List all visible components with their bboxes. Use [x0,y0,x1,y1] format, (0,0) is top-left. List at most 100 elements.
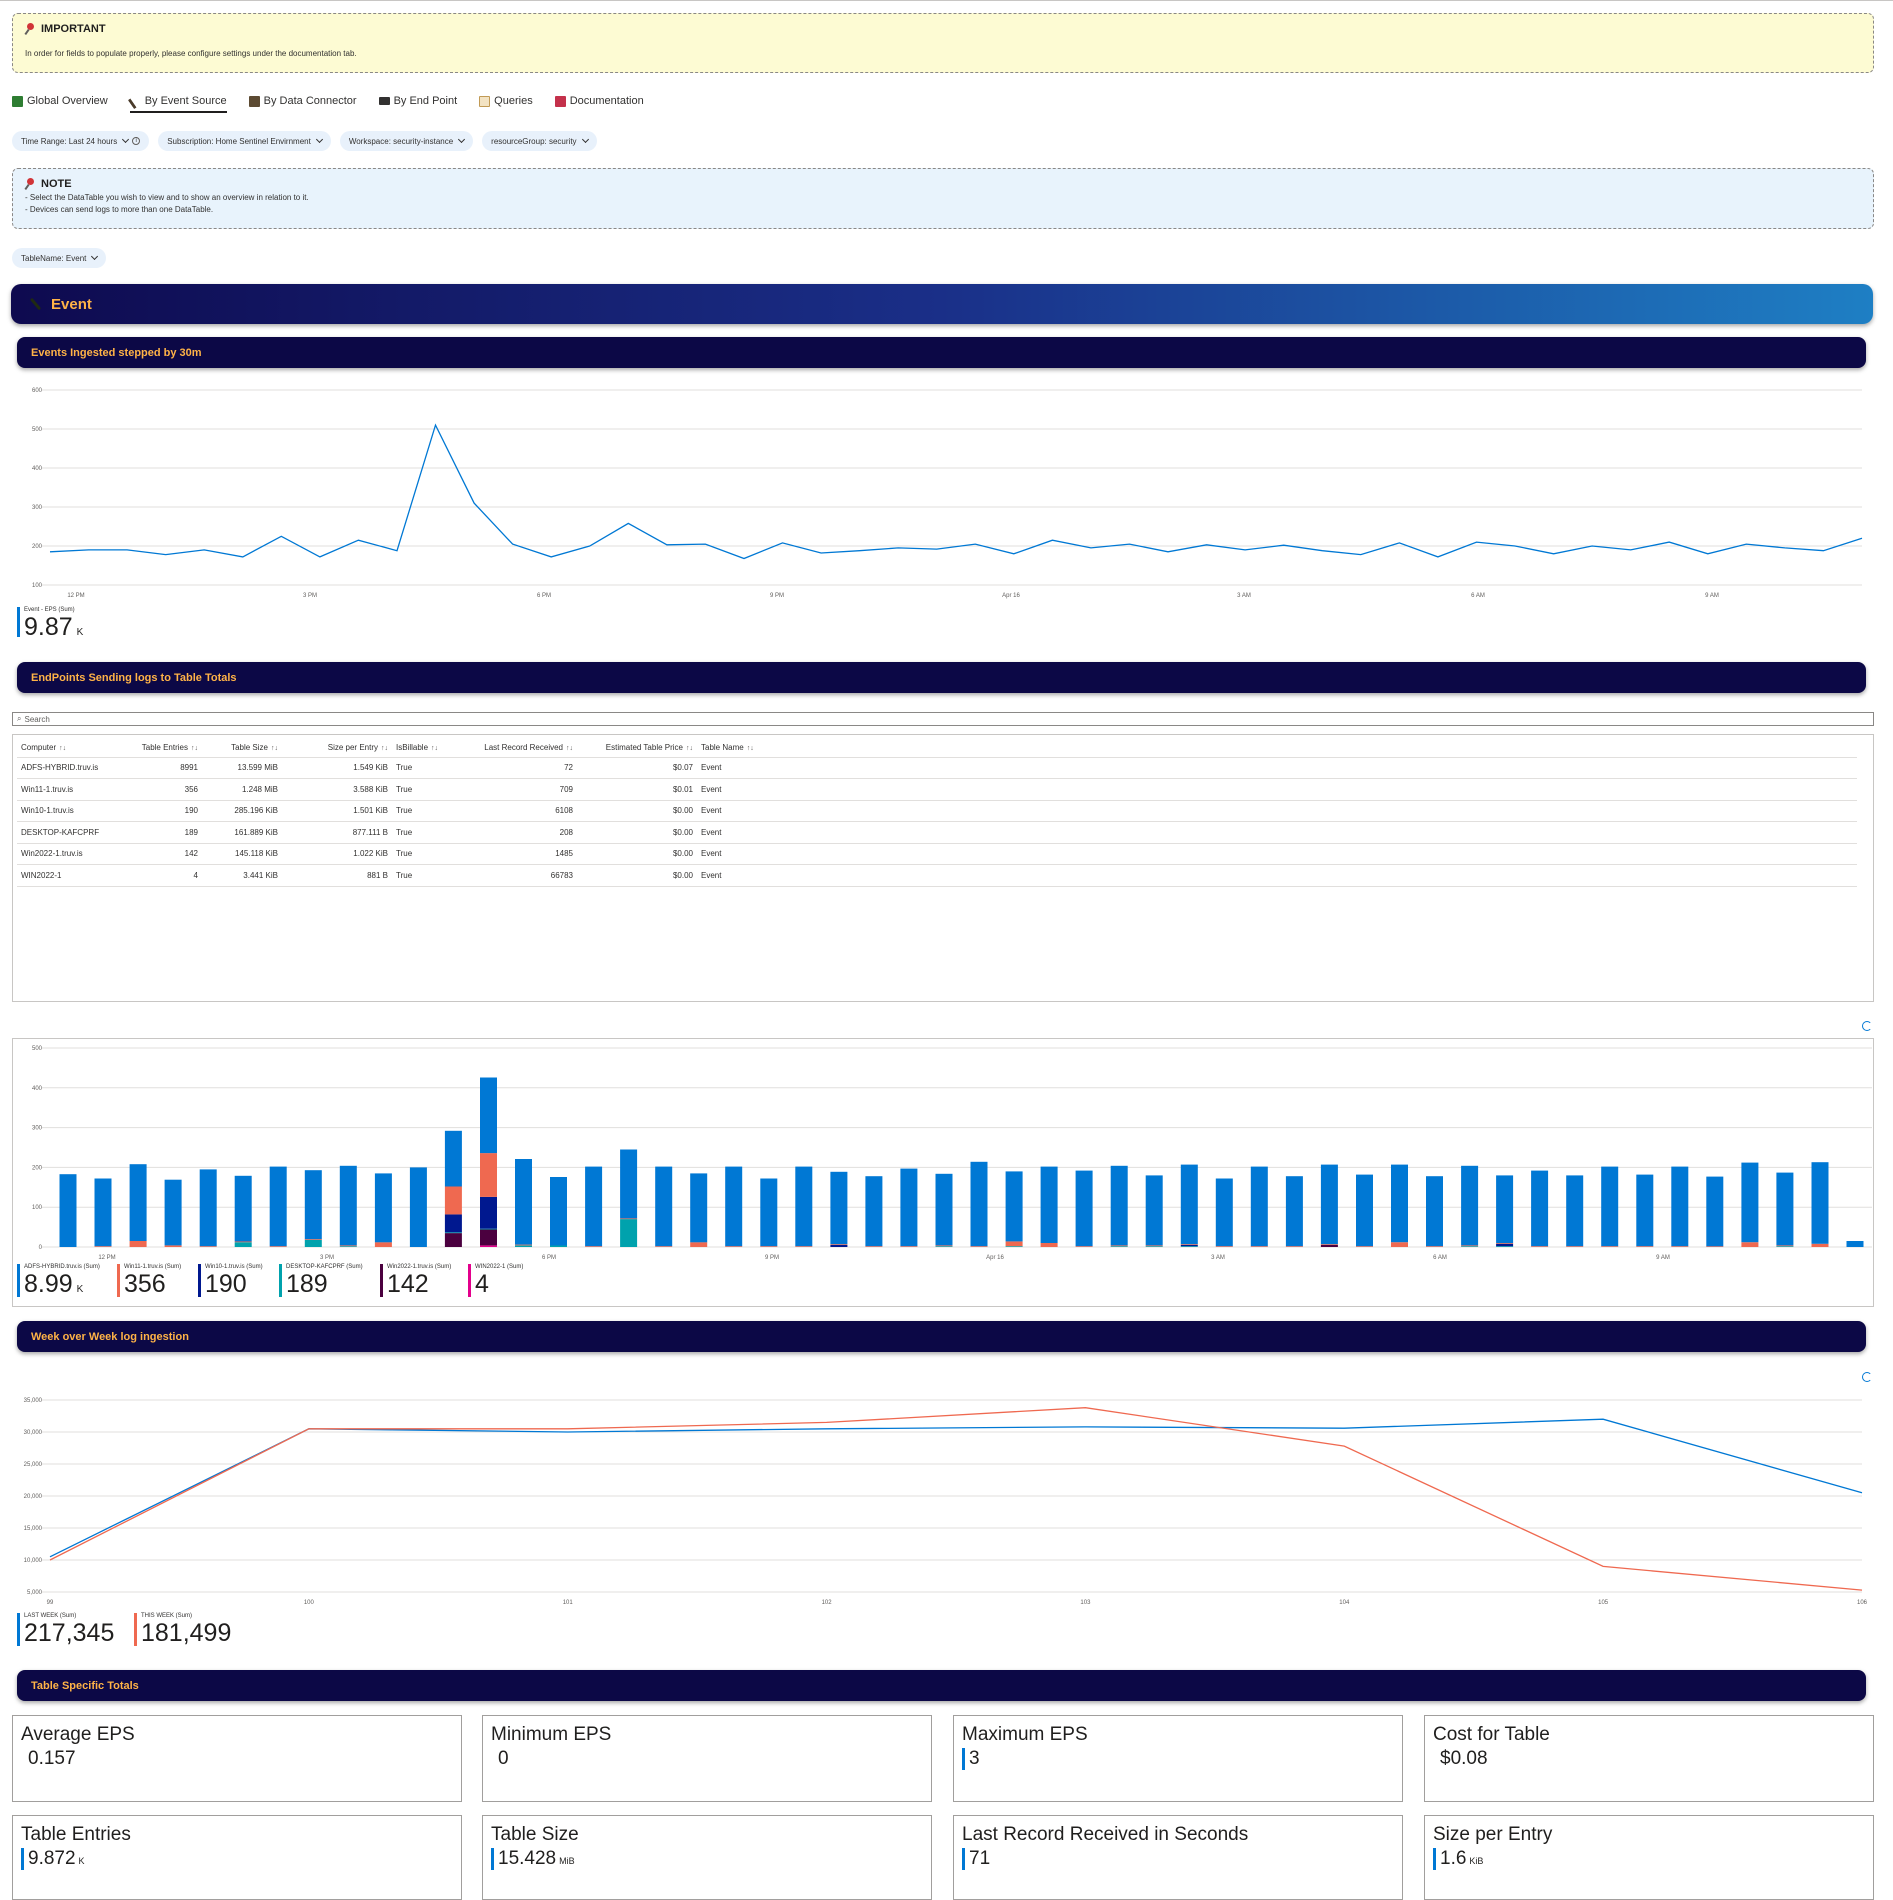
column-filler [757,739,1857,758]
info-icon[interactable]: i [132,137,141,145]
series-color-marker [17,1613,20,1646]
table-cell: True [392,800,447,822]
refresh-icon[interactable] [1862,1021,1872,1031]
table-row[interactable]: ADFS-HYBRID.truv.is 8991 13.599 MiB 1.549 K… [17,757,1857,779]
chevron-down-icon [581,135,589,144]
monitor-icon [378,97,390,105]
column-header[interactable]: Computer ↑↓ [17,739,112,758]
subscription-dropdown[interactable]: Subscription: Home Sentinel Envirnment [158,131,331,151]
tab-label: By Data Connector [263,95,357,107]
parameter-bar: Time Range: Last 24 hours i Subscription… [12,131,597,151]
summary-value: 4 [475,1270,493,1299]
tab-by-end-point[interactable]: By End Point [378,90,457,112]
x-tick-label: 106 [1857,1600,1868,1606]
total-tile: Cost for Table $0.08 [1424,1715,1874,1802]
column-header[interactable]: Estimated Table Price ↑↓ [577,739,697,758]
bar-segment [480,1229,497,1246]
sort-arrows-icon[interactable]: ↑↓ [566,745,573,752]
table-cell: 13.599 MiB [202,757,282,779]
week-over-week-line-chart: 35,000 30,000 25,000 20,000 15,000 10,000 5,00… [24,1398,1868,1606]
sort-arrows-icon[interactable]: ↑↓ [59,745,66,752]
table-row[interactable]: DESKTOP-KAFCPRF 189 161.889 KiB 877.111 B Tr… [17,821,1857,844]
bar-segment [480,1228,497,1230]
bar-segment [444,1232,462,1234]
column-header[interactable]: Last Record Received ↑↓ [447,739,577,758]
summary-number: 356 [124,1270,166,1298]
table-cell: 1.549 KiB [282,757,392,779]
bar-segment [550,1245,567,1247]
bar-segment [690,1242,708,1247]
table-cell: $0.01 [577,778,697,801]
sort-arrows-icon[interactable]: ↑↓ [686,745,693,752]
tab-by-event-source[interactable]: By Event Source [127,90,227,113]
bar-segment [1776,1246,1794,1247]
sort-arrows-icon[interactable]: ↑↓ [381,745,388,752]
x-tick-label: 9 PM [765,1255,779,1261]
table-row[interactable]: Win10-1.truv.is 190 285.196 KiB 1.501 KiB Tr… [17,800,1857,822]
bar-segment [1706,1176,1724,1247]
totals-tiles: Average EPS 0.157 Minimum EPS 0 Maximum EPS 3… [12,1715,1874,1900]
table-cell: 1.501 KiB [282,800,392,822]
series-line-event-eps [49,423,1863,560]
sort-arrows-icon[interactable]: ↑↓ [191,745,198,752]
x-tick-label: 102 [822,1600,833,1606]
table-cell: True [392,821,447,844]
sort-arrows-icon[interactable]: ↑↓ [271,745,278,752]
table-name-dropdown[interactable]: TableName: Event [12,248,107,268]
sort-arrows-icon[interactable]: ↑↓ [747,745,754,752]
x-tick-label: 103 [1080,1600,1091,1606]
refresh-icon[interactable] [1862,1372,1872,1382]
bar-segment [830,1244,848,1245]
bar-segment [480,1077,497,1154]
column-header-label: Table Size [231,743,268,753]
section-title: Events Ingested stepped by 30m [31,346,202,359]
time-range-dropdown[interactable]: Time Range: Last 24 hours i [12,131,150,151]
column-header[interactable]: IsBillable ↑↓ [392,739,447,758]
endpoints-table: Computer ↑↓ Table Entries ↑↓ Table Size ↑↓ Siz… [17,739,1857,887]
table-cell: 4 [112,864,202,887]
column-header-label: IsBillable [396,743,429,753]
y-tick-label: 600 [32,388,43,394]
bar-segment [1741,1162,1759,1243]
bar-segment [234,1175,252,1242]
column-header[interactable]: Table Name ↑↓ [697,739,758,758]
bar-segment [1180,1246,1198,1247]
bar-segment [1145,1246,1163,1247]
note-line-2: - Devices can send logs to more than one… [25,205,214,214]
sort-arrows-icon[interactable]: ↑↓ [431,745,438,752]
summary-value: 142 [387,1270,433,1299]
bar-segment [1636,1174,1654,1247]
tab-global-overview[interactable]: Global Overview [12,90,108,112]
bar-segment [164,1179,182,1246]
scroll-icon [479,95,491,107]
endpoints-table-panel: Computer ↑↓ Table Entries ↑↓ Table Size ↑↓ Siz… [12,734,1874,1002]
table-cell: 356 [112,778,202,801]
tab-queries[interactable]: Queries [479,90,533,112]
bar-segment [1320,1164,1338,1245]
column-header[interactable]: Size per Entry ↑↓ [282,739,392,758]
bar-segment [304,1239,322,1247]
bar-segment [1566,1246,1584,1247]
tab-by-data-connector[interactable]: By Data Connector [248,90,357,112]
column-header[interactable]: Table Entries ↑↓ [112,739,202,758]
important-heading: IMPORTANT [25,23,106,35]
bar-segment [304,1170,322,1240]
summary-number: 142 [387,1270,429,1298]
bar-segment [1706,1246,1724,1247]
workspace-dropdown[interactable]: Workspace: security-instance [339,131,474,151]
table-search-input[interactable]: ⌕ Search [12,712,1874,726]
table-name-parameter: TableName: Event [12,248,107,268]
bar-segment [480,1245,497,1247]
table-row[interactable]: WIN2022-1 4 3.441 KiB 881 B True 66783 $0.00 Ev… [17,864,1857,887]
table-row[interactable]: Win11-1.truv.is 356 1.248 MiB 3.588 KiB True… [17,778,1857,801]
table-cell: $0.00 [577,864,697,887]
column-header[interactable]: Table Size ↑↓ [202,739,282,758]
x-tick-label: 101 [563,1600,574,1606]
bar-segment [1180,1164,1198,1245]
tile-value: $0.08 [1440,1748,1488,1769]
bar-segment [199,1246,217,1247]
tab-documentation[interactable]: Documentation [554,90,644,112]
resource-group-dropdown[interactable]: resourceGroup: security [482,131,597,151]
bar-segment [935,1173,953,1246]
table-row[interactable]: Win2022-1.truv.is 142 145.118 KiB 1.022 KiB… [17,843,1857,865]
